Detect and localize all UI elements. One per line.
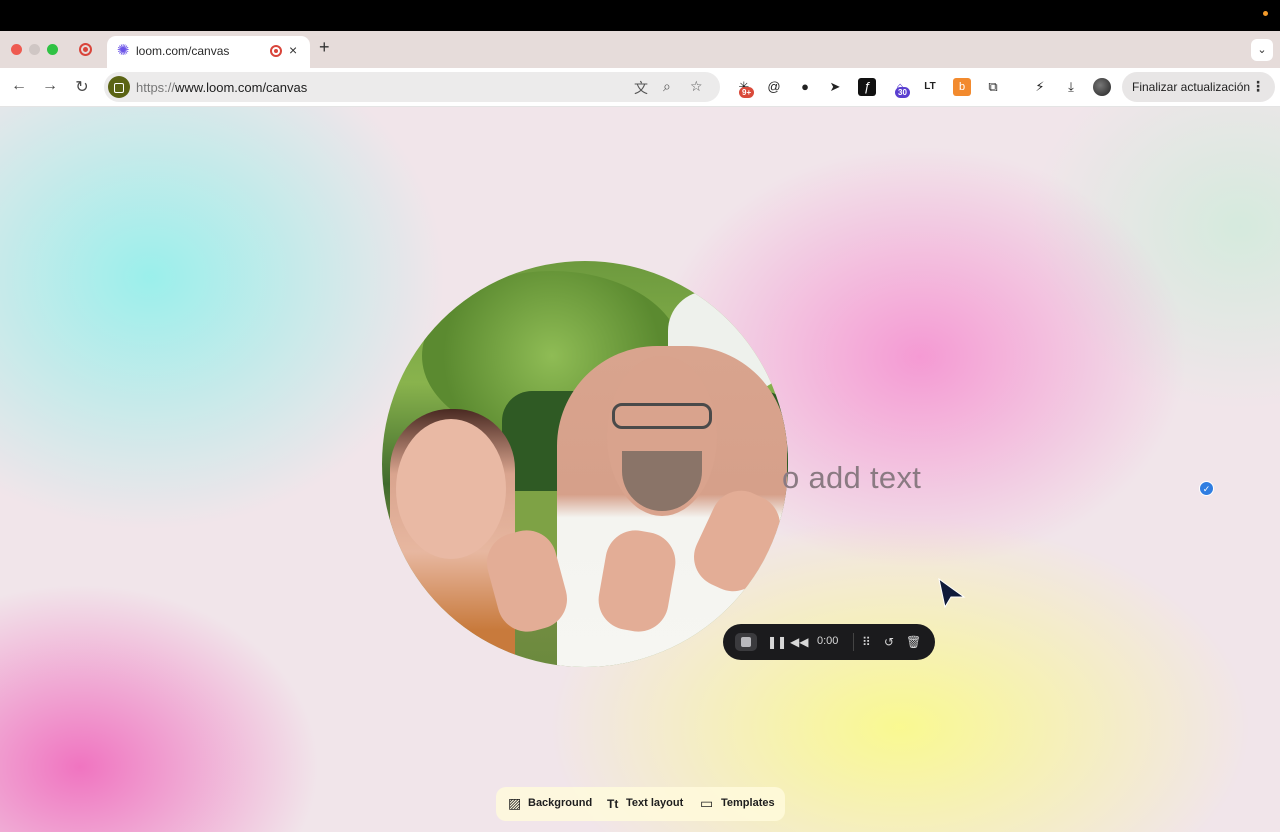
camera-feed-face-left xyxy=(396,419,506,559)
bookmark-star-icon[interactable]: ☆ xyxy=(690,78,703,95)
tab-title: loom.com/canvas xyxy=(136,44,230,58)
background-button[interactable]: Background xyxy=(528,797,592,809)
drag-handle-icon[interactable]: ⠿ xyxy=(862,634,871,650)
url-text[interactable]: https://www.loom.com/canvas xyxy=(136,80,307,95)
restart-icon[interactable]: ↺ xyxy=(884,634,894,650)
site-info-icon[interactable] xyxy=(108,76,130,98)
back-button[interactable]: ← xyxy=(9,77,29,95)
maximize-window-button[interactable] xyxy=(47,44,58,55)
close-window-button[interactable] xyxy=(11,44,22,55)
browser-toolbar: ← → ↻ https://www.loom.com/canvas 文 ⌕ ☆ … xyxy=(0,68,1280,107)
forward-button[interactable]: → xyxy=(40,77,60,95)
delete-icon[interactable]: 🗑 xyxy=(906,634,921,650)
loom-logo-icon: ✺ xyxy=(116,42,130,59)
rewind-button[interactable]: ◀◀ xyxy=(790,634,808,650)
finish-update-button[interactable]: Finalizar actualización ⋮ xyxy=(1122,72,1275,102)
mouse-cursor-icon xyxy=(938,577,966,609)
ext-hubspot-icon[interactable]: b xyxy=(953,78,971,96)
url-scheme: https:// xyxy=(136,80,176,95)
monitor-icon: ▭ xyxy=(700,795,714,811)
recording-indicator-icon xyxy=(79,43,92,56)
canvas-bottom-menu: ▨ Background Tt Text layout ▭ Templates xyxy=(496,787,785,821)
os-menu-bar xyxy=(0,0,1280,31)
reload-button[interactable]: ↻ xyxy=(72,77,92,97)
profile-avatar[interactable] xyxy=(1093,78,1111,96)
minimize-window-button[interactable] xyxy=(29,44,40,55)
ext-lt-icon[interactable]: LT xyxy=(921,78,939,96)
ext-pointer-icon[interactable]: ➤ xyxy=(826,78,844,96)
notification-dot xyxy=(1263,11,1268,16)
tab-loom-canvas[interactable]: ✺ loom.com/canvas × xyxy=(107,36,310,68)
camera-bubble[interactable] xyxy=(382,261,788,667)
tab-search-button[interactable]: ⌄ xyxy=(1251,39,1273,61)
ext-at-icon[interactable]: @ xyxy=(765,78,783,96)
performance-icon[interactable]: ⚡ xyxy=(1031,78,1049,96)
tab-strip: ✺ loom.com/canvas × + ⌄ xyxy=(0,31,1280,68)
loom-canvas[interactable]: o add text ✓ ❚❚ ◀◀ 0:00 ⠿ ↺ 🗑 ▨ Backgrou… xyxy=(0,107,1280,832)
extensions-puzzle-icon[interactable]: ⧉ xyxy=(984,78,1002,96)
zoom-icon[interactable]: ⌕ xyxy=(663,78,671,95)
templates-button[interactable]: Templates xyxy=(721,797,775,809)
extension-badge: 9+ xyxy=(739,87,755,98)
ext-badge-icon[interactable]: ✳9+ xyxy=(735,78,755,98)
url-host-path: www.loom.com/canvas xyxy=(175,80,308,95)
download-icon[interactable]: ⤓ xyxy=(1062,78,1080,96)
more-menu-icon[interactable]: ⋮ xyxy=(1251,78,1265,95)
pause-button[interactable]: ❚❚ xyxy=(767,634,787,650)
text-layout-button[interactable]: Text layout xyxy=(626,797,683,809)
camera-feed-glasses xyxy=(612,403,712,429)
translate-icon[interactable]: 文 xyxy=(634,78,648,98)
recording-time: 0:00 xyxy=(817,635,839,647)
ext-fx-icon[interactable]: ƒ xyxy=(858,78,876,96)
ext-house-icon[interactable]: ⌂30 xyxy=(891,78,910,98)
close-tab-button[interactable]: × xyxy=(289,42,297,58)
stop-recording-button[interactable] xyxy=(735,633,757,651)
checkmark-icon[interactable]: ✓ xyxy=(1199,481,1214,496)
address-bar[interactable]: https://www.loom.com/canvas 文 ⌕ ☆ xyxy=(104,72,720,102)
new-tab-button[interactable]: + xyxy=(319,37,330,58)
tab-recording-icon xyxy=(270,45,282,57)
recording-controls: ❚❚ ◀◀ 0:00 ⠿ ↺ 🗑 xyxy=(723,624,935,660)
text-layout-icon: Tt xyxy=(607,797,619,811)
add-text-placeholder[interactable]: o add text xyxy=(782,460,921,496)
extension-badge: 30 xyxy=(895,87,910,98)
image-icon: ▨ xyxy=(508,795,522,811)
finish-update-label: Finalizar actualización xyxy=(1132,80,1251,94)
controls-divider xyxy=(853,633,854,651)
ext-colorful-icon[interactable]: ● xyxy=(796,78,814,96)
